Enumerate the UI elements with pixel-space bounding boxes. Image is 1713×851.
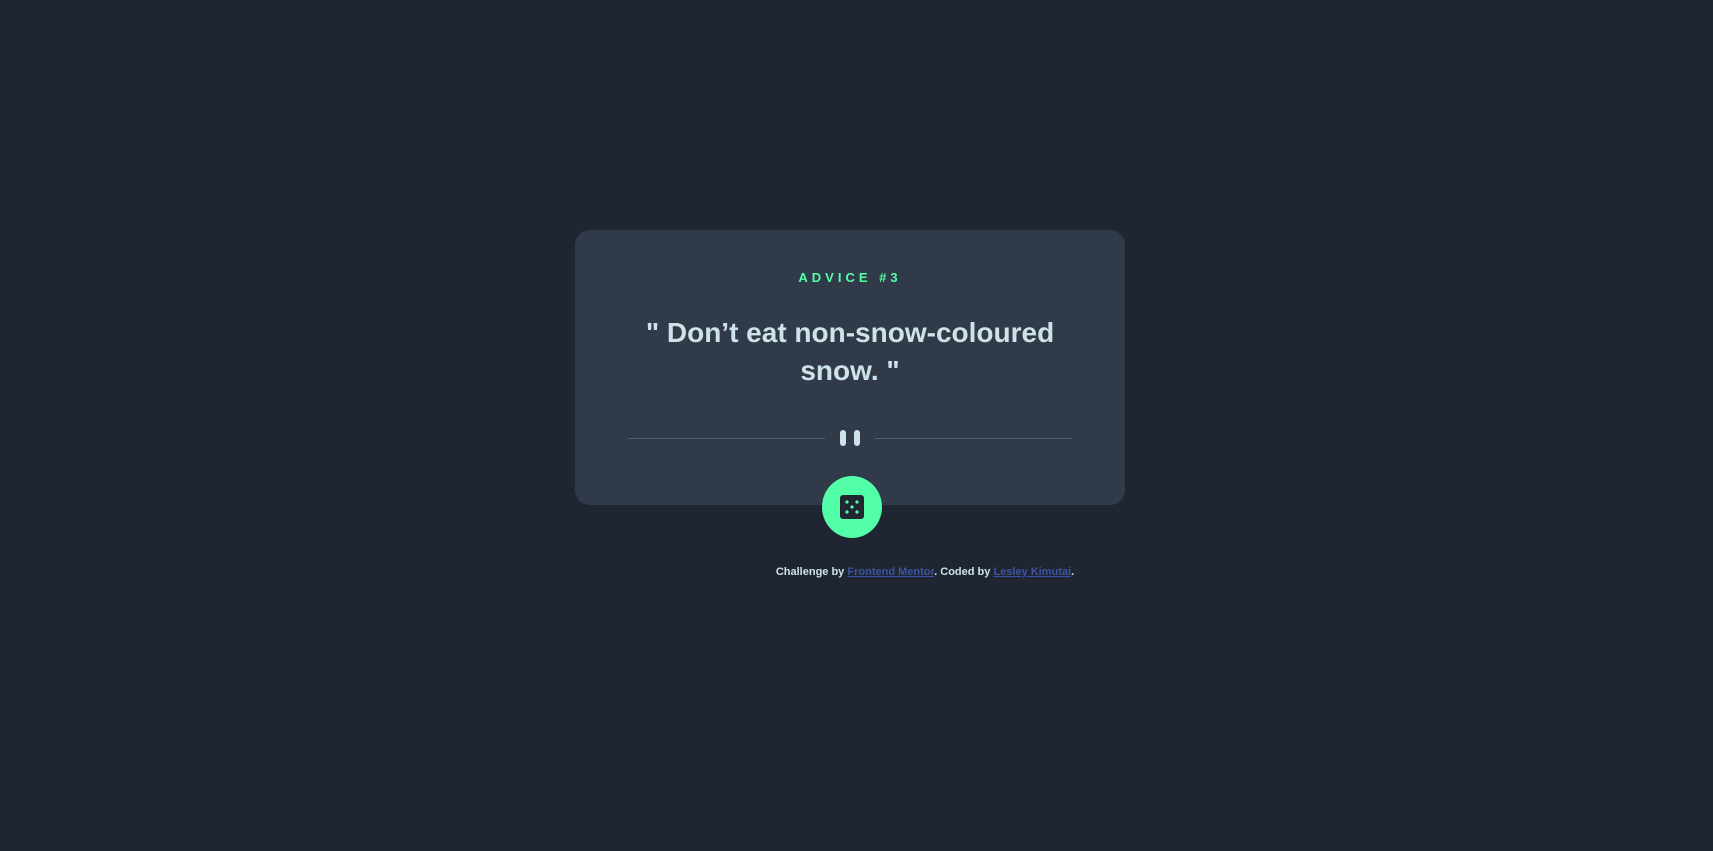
attribution-prefix: Challenge by — [775, 566, 848, 578]
frontend-mentor-link[interactable]: Frontend Mentor — [847, 566, 934, 578]
attribution: Challenge by Frontend Mentor. Coded by L… — [0, 566, 1713, 578]
advice-card: ADVICE #3 " Don’t eat non-snow-coloured … — [575, 230, 1125, 505]
author-link[interactable]: Lesley Kimutai — [993, 566, 1071, 578]
pause-icon — [839, 430, 861, 446]
attribution-middle: . Coded by — [934, 566, 994, 578]
advice-quote: " Don’t eat non-snow-coloured snow. " — [645, 317, 1055, 386]
advice-number: ADVICE #3 — [798, 270, 902, 285]
divider — [628, 430, 1072, 448]
divider-line-left — [628, 437, 825, 439]
divider-line-right — [875, 437, 1072, 439]
generate-advice-button[interactable] — [822, 476, 882, 538]
dice-icon — [840, 495, 864, 519]
page: ADVICE #3 " Don’t eat non-snow-coloured … — [0, 0, 1713, 851]
attribution-suffix: . — [1071, 566, 1075, 578]
